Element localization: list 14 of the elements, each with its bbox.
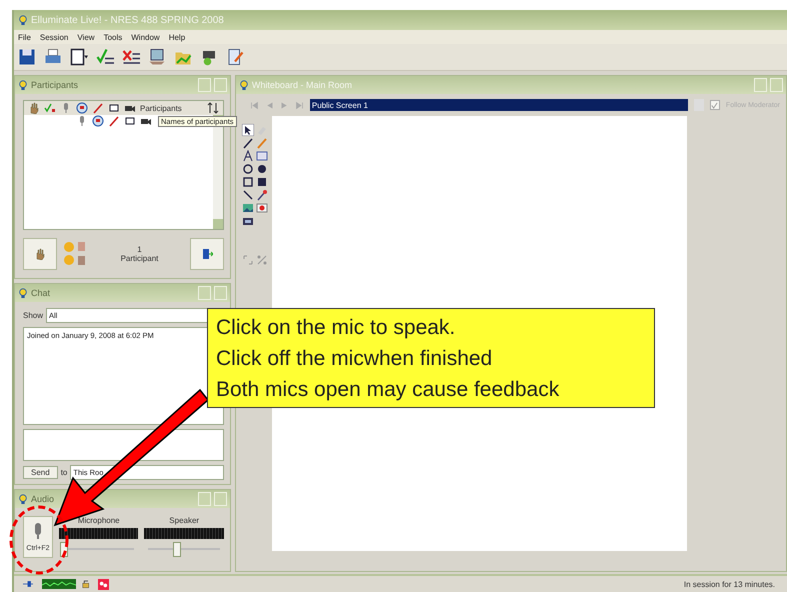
- panel-title: Chat: [31, 288, 52, 298]
- window-title: Elluminate Live! - NRES 488 SPRING 2008: [31, 14, 224, 26]
- meter-label: Speaker: [169, 516, 200, 526]
- panel-title: Whiteboard - Main Room: [252, 80, 353, 90]
- show-label: Show: [23, 311, 44, 320]
- participant-count: 1: [137, 245, 142, 254]
- to-label: to: [60, 468, 68, 478]
- callout-text: Both mics open may cause feedback: [216, 376, 560, 402]
- session-time: In session for 13 minutes.: [684, 580, 775, 588]
- callout-text: Click off the micwhen finished: [216, 346, 494, 372]
- meter-label: Microphone: [78, 516, 120, 526]
- panel-title: Participants: [31, 80, 80, 90]
- panel-title: Audio: [31, 494, 56, 504]
- participant-label: Participant: [120, 254, 158, 264]
